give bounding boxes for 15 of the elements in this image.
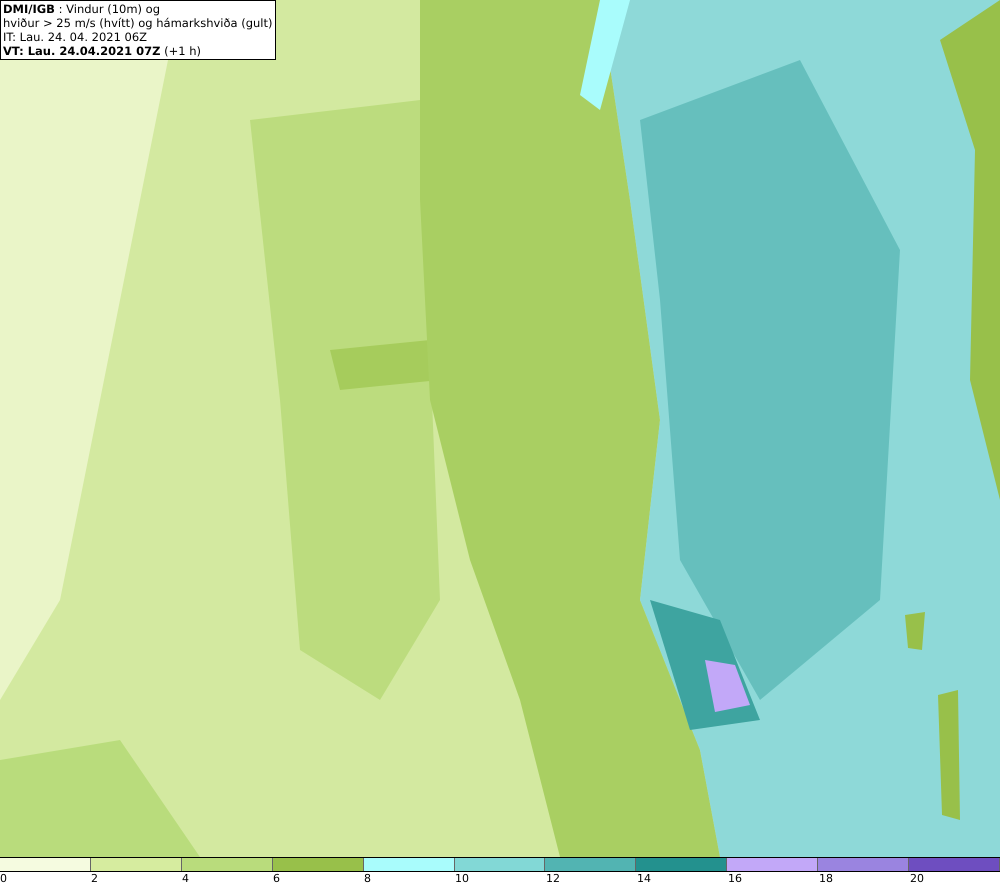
title-line: hviður > 25 m/s (hvítt) og hámarkshviða (gult) <box>3 16 272 30</box>
legend-tick-label: 6 <box>273 872 280 887</box>
legend-tick-label: 14 <box>637 872 651 887</box>
legend-tick-label: 20 <box>910 872 924 887</box>
legend-tick-label: 8 <box>364 872 371 887</box>
legend-tick-label: 0 <box>0 872 7 887</box>
title-line: IT: Lau. 24. 04. 2021 06Z <box>3 30 148 44</box>
title-line: VT: Lau. 24.04.2021 07Z (+1 h) <box>3 44 202 58</box>
legend-tick-label: 18 <box>819 872 833 887</box>
legend-tick-label: 4 <box>182 872 189 887</box>
legend-tick-label: 12 <box>546 872 560 887</box>
legend-tick-label: 2 <box>91 872 98 887</box>
legend-tick-label: 16 <box>728 872 742 887</box>
title-line: DMI/IGB : Vindur (10m) og <box>3 2 162 16</box>
legend-tick-label: 10 <box>455 872 469 887</box>
